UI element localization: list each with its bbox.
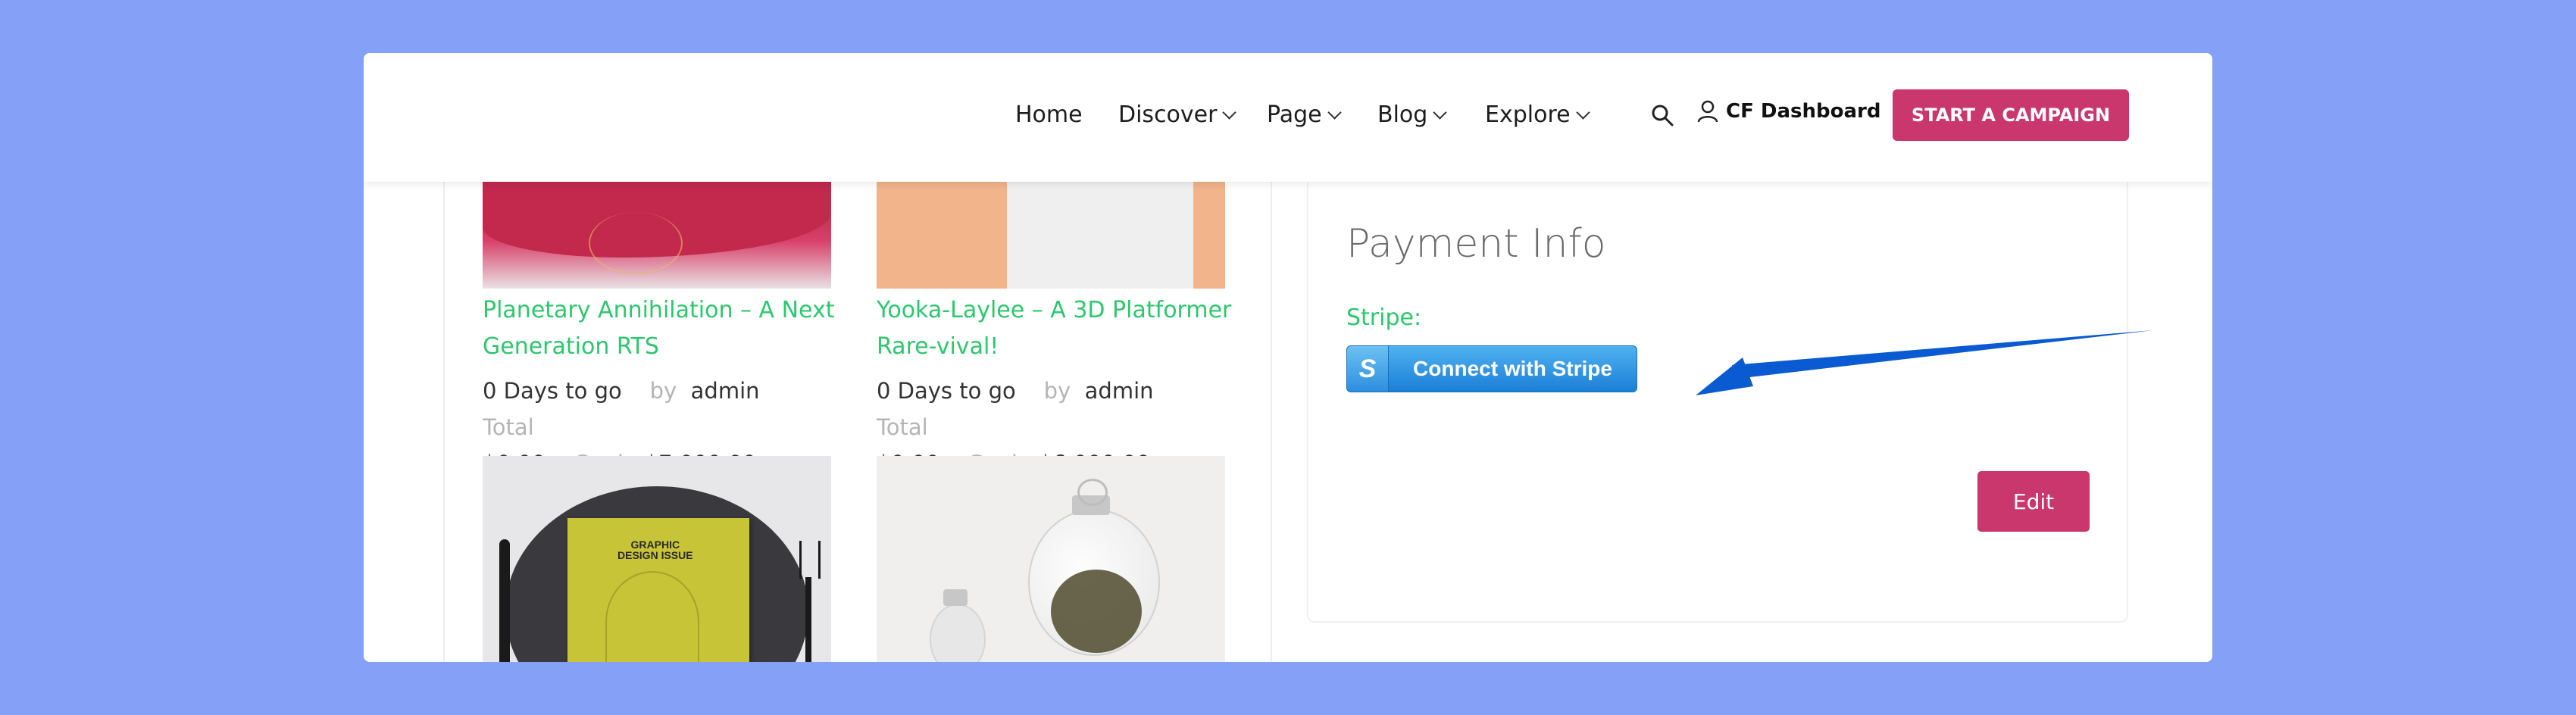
- nav-home-label: Home: [1015, 101, 1083, 128]
- nav-home[interactable]: Home: [1015, 101, 1083, 128]
- nav-page[interactable]: Page: [1267, 101, 1342, 128]
- cf-dashboard-link[interactable]: CF Dashboard: [1697, 100, 1880, 123]
- annotation-arrow-icon: [1696, 330, 2153, 395]
- stripe-label: Stripe:: [1346, 304, 1422, 331]
- cf-dashboard-label: CF Dashboard: [1726, 100, 1881, 123]
- book-cover-text: DESIGN ISSUE: [617, 549, 693, 561]
- campaign-image-book[interactable]: GRAPHIC DESIGN ISSUE: [483, 456, 831, 662]
- payment-info-title: Payment Info: [1346, 221, 1606, 267]
- by-label: by: [1043, 378, 1071, 404]
- nav-discover[interactable]: Discover: [1118, 101, 1237, 128]
- nav-blog[interactable]: Blog: [1377, 101, 1448, 128]
- chevron-down-icon: [1222, 105, 1237, 120]
- chevron-down-icon: [1575, 105, 1590, 120]
- campaign-image-yooka[interactable]: [877, 182, 1225, 289]
- start-campaign-button[interactable]: START A CAMPAIGN: [1893, 89, 2129, 141]
- campaign-title-link[interactable]: Planetary Annihilation – A Next Generati…: [483, 292, 839, 365]
- campaign-image-planetary[interactable]: [483, 182, 831, 289]
- nav-explore-label: Explore: [1485, 101, 1571, 128]
- days-left: 0 Days to go: [483, 378, 622, 404]
- edit-button[interactable]: Edit: [1977, 471, 2090, 532]
- user-icon: [1697, 100, 1718, 123]
- stripe-button-label: Connect with Stripe: [1413, 357, 1612, 380]
- author-link[interactable]: admin: [691, 378, 760, 404]
- chevron-down-icon: [1327, 105, 1342, 120]
- chevron-down-icon: [1433, 105, 1448, 120]
- nav-discover-label: Discover: [1118, 101, 1218, 128]
- campaign-title-link[interactable]: Yooka-Laylee – A 3D Platformer Rare-viva…: [877, 292, 1233, 365]
- browser-window: Planetary Annihilation – A Next Generati…: [364, 53, 2212, 662]
- stripe-icon: S: [1347, 346, 1389, 392]
- search-icon[interactable]: [1650, 103, 1674, 127]
- connect-with-stripe-button[interactable]: S Connect with Stripe: [1346, 345, 1637, 392]
- nav-blog-label: Blog: [1377, 101, 1428, 128]
- by-label: by: [649, 378, 677, 404]
- nav-explore[interactable]: Explore: [1485, 101, 1590, 128]
- total-label: Total: [877, 414, 928, 440]
- campaign-image-tea[interactable]: [877, 456, 1225, 662]
- site-header: Home Discover Page Blog Explore CF Dashb…: [364, 53, 2212, 182]
- total-label: Total: [483, 414, 534, 440]
- author-link[interactable]: admin: [1085, 378, 1154, 404]
- nav-page-label: Page: [1267, 101, 1322, 128]
- days-left: 0 Days to go: [877, 378, 1016, 404]
